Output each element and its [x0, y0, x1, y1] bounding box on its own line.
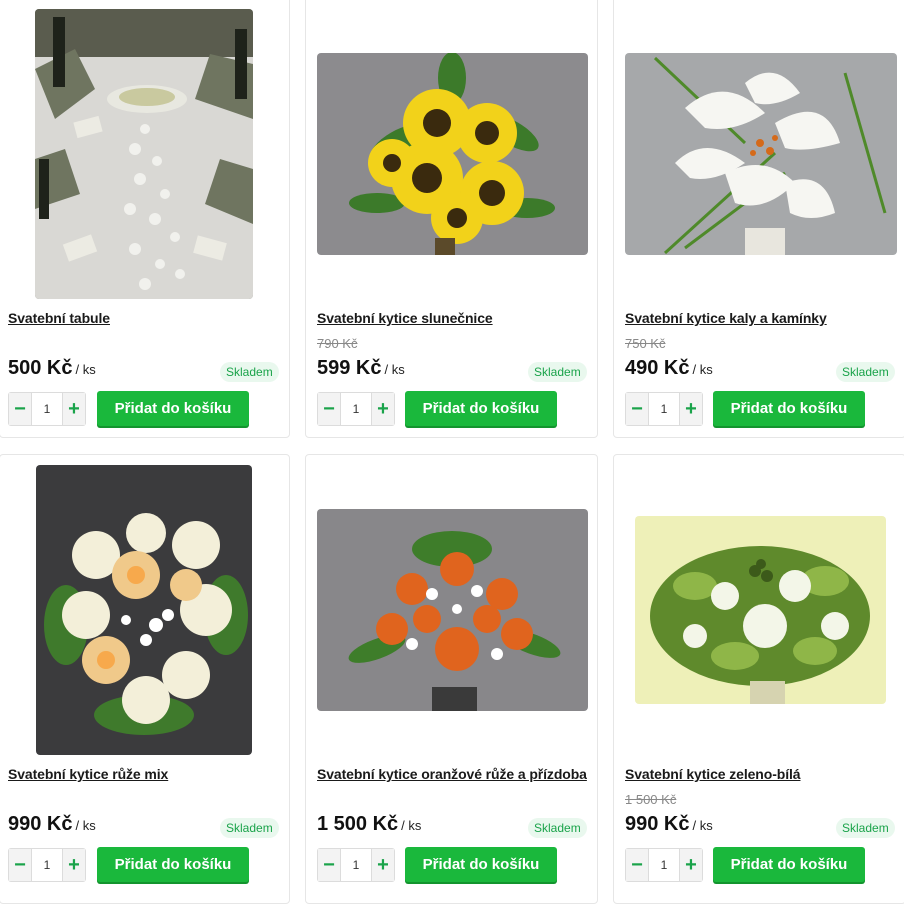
- product-price: 500 Kč / ks: [8, 357, 96, 380]
- quantity-minus-button[interactable]: −: [9, 393, 31, 425]
- quantity-stepper: − 1 +: [625, 848, 703, 882]
- price-unit: / ks: [75, 818, 96, 833]
- product-image[interactable]: [317, 509, 588, 711]
- price-unit: / ks: [692, 362, 713, 377]
- product-old-price: 1 500 Kč: [625, 792, 677, 807]
- quantity-input[interactable]: 1: [31, 849, 63, 881]
- quantity-plus-button[interactable]: +: [680, 393, 702, 425]
- quantity-input[interactable]: 1: [648, 393, 680, 425]
- product-title[interactable]: Svatební kytice slunečnice: [317, 310, 493, 326]
- quantity-input[interactable]: 1: [340, 849, 372, 881]
- price-value: 990 Kč: [625, 813, 690, 835]
- add-to-cart-button[interactable]: Přidat do košíku: [405, 847, 557, 882]
- quantity-stepper: − 1 +: [625, 392, 703, 426]
- add-to-cart-button[interactable]: Přidat do košíku: [97, 847, 249, 882]
- product-card: Svatební kytice oranžové růže a přízdoba…: [305, 454, 598, 904]
- stock-badge: Skladem: [528, 818, 587, 838]
- quantity-minus-button[interactable]: −: [626, 393, 648, 425]
- add-to-cart-button[interactable]: Přidat do košíku: [713, 391, 865, 426]
- quantity-minus-button[interactable]: −: [318, 849, 340, 881]
- product-title[interactable]: Svatební kytice oranžové růže a přízdoba: [317, 766, 587, 782]
- quantity-minus-button[interactable]: −: [318, 393, 340, 425]
- quantity-stepper: − 1 +: [8, 392, 86, 426]
- product-title[interactable]: Svatební kytice kaly a kamínky: [625, 310, 827, 326]
- product-image[interactable]: [35, 9, 253, 299]
- product-price: 990 Kč / ks: [625, 813, 713, 836]
- price-value: 500 Kč: [8, 357, 73, 379]
- quantity-plus-button[interactable]: +: [372, 393, 394, 425]
- stock-badge: Skladem: [836, 362, 895, 382]
- product-card: Svatební kytice růže mix 990 Kč / ks Skla…: [0, 454, 290, 904]
- product-image[interactable]: [317, 53, 588, 255]
- quantity-plus-button[interactable]: +: [680, 849, 702, 881]
- product-price: 1 500 Kč / ks: [317, 813, 421, 836]
- stock-badge: Skladem: [220, 818, 279, 838]
- stock-badge: Skladem: [220, 362, 279, 382]
- quantity-plus-button[interactable]: +: [63, 849, 85, 881]
- quantity-input[interactable]: 1: [31, 393, 63, 425]
- product-title[interactable]: Svatební tabule: [8, 310, 110, 326]
- quantity-minus-button[interactable]: −: [9, 849, 31, 881]
- product-image[interactable]: [36, 465, 252, 755]
- product-image[interactable]: [625, 53, 897, 255]
- product-title[interactable]: Svatební kytice zeleno-bílá: [625, 766, 801, 782]
- price-value: 990 Kč: [8, 813, 73, 835]
- product-image[interactable]: [635, 516, 886, 704]
- price-value: 490 Kč: [625, 357, 690, 379]
- product-card: Svatební kytice slunečnice 790 Kč 599 Kč…: [305, 0, 598, 438]
- quantity-plus-button[interactable]: +: [372, 849, 394, 881]
- product-price: 990 Kč / ks: [8, 813, 96, 836]
- product-price: 599 Kč / ks: [317, 357, 405, 380]
- add-to-cart-button[interactable]: Přidat do košíku: [405, 391, 557, 426]
- product-old-price: 750 Kč: [625, 336, 666, 351]
- product-card: Svatební kytice kaly a kamínky 750 Kč 49…: [613, 0, 904, 438]
- quantity-stepper: − 1 +: [317, 392, 395, 426]
- quantity-input[interactable]: 1: [648, 849, 680, 881]
- price-unit: / ks: [401, 818, 422, 833]
- add-to-cart-button[interactable]: Přidat do košíku: [713, 847, 865, 882]
- product-old-price: 790 Kč: [317, 336, 358, 351]
- product-price: 490 Kč / ks: [625, 357, 713, 380]
- quantity-input[interactable]: 1: [340, 393, 372, 425]
- product-title[interactable]: Svatební kytice růže mix: [8, 766, 168, 782]
- price-value: 599 Kč: [317, 357, 382, 379]
- quantity-minus-button[interactable]: −: [626, 849, 648, 881]
- product-card: Svatební kytice zeleno-bílá 1 500 Kč 990…: [613, 454, 904, 904]
- quantity-stepper: − 1 +: [317, 848, 395, 882]
- price-unit: / ks: [75, 362, 96, 377]
- price-unit: / ks: [692, 818, 713, 833]
- quantity-stepper: − 1 +: [8, 848, 86, 882]
- product-card: Svatební tabule 500 Kč / ks Skladem − 1 +…: [0, 0, 290, 438]
- stock-badge: Skladem: [528, 362, 587, 382]
- price-value: 1 500 Kč: [317, 813, 399, 835]
- price-unit: / ks: [384, 362, 405, 377]
- stock-badge: Skladem: [836, 818, 895, 838]
- add-to-cart-button[interactable]: Přidat do košíku: [97, 391, 249, 426]
- quantity-plus-button[interactable]: +: [63, 393, 85, 425]
